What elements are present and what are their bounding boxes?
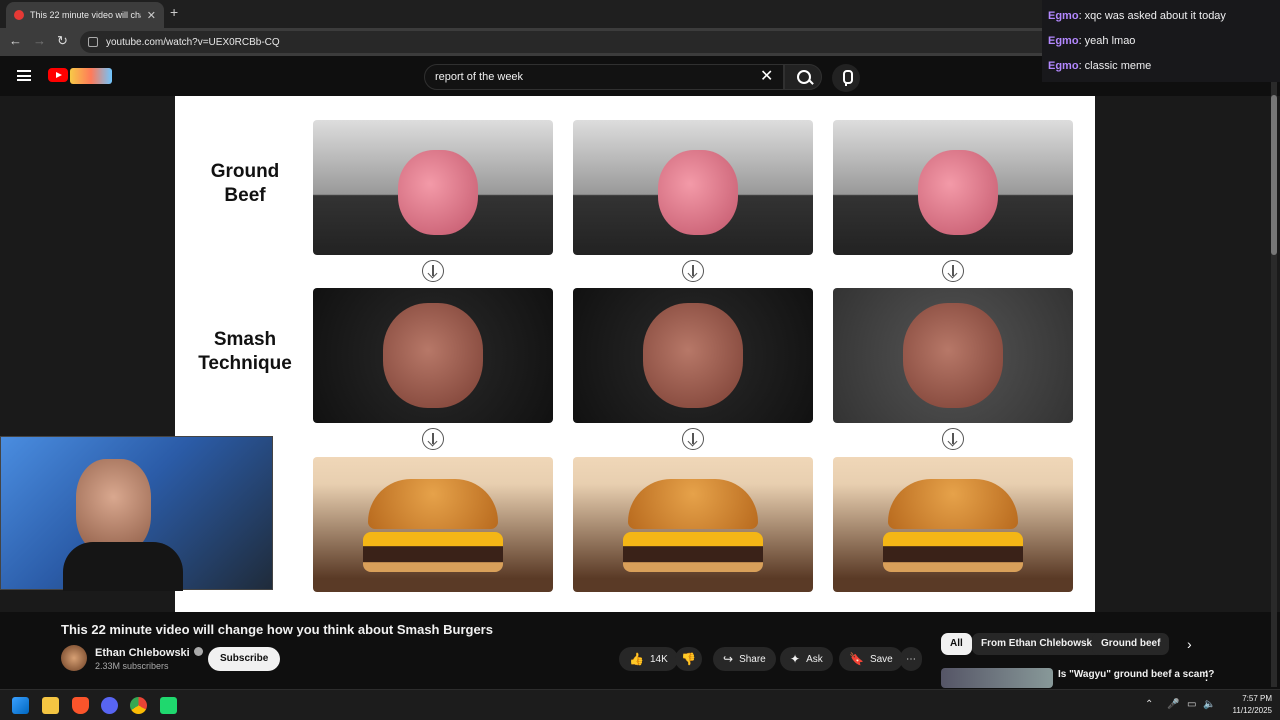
tab-close-icon[interactable]: ✕ [147,9,156,22]
video-title: This 22 minute video will change how you… [61,622,493,637]
chat-message: Egmo: classic meme [1048,60,1152,72]
tab-title: This 22 minute video will change [30,10,141,20]
taskbar: ⌃ 🎤 ▭ 🔈 7:57 PM 11/12/2025 [0,689,1280,720]
menu-icon[interactable] [17,70,31,81]
arrow-down-icon [682,260,704,282]
kebab-menu-icon[interactable]: ⋮ [1200,668,1213,684]
video-frame: Ground Beef Smash Technique [175,96,1095,612]
burger-image [833,457,1073,592]
burger-image [313,457,553,592]
ground-beef-image [313,120,553,255]
youtube-logo-icon[interactable] [48,68,68,82]
bookmark-icon: 🔖 [849,652,864,666]
file-explorer-icon[interactable] [42,697,59,714]
new-tab-button[interactable]: + [170,4,178,20]
reload-icon[interactable]: ↻ [57,33,68,49]
webcam-overlay [0,436,273,591]
channel-avatar[interactable] [61,645,87,671]
chip-from-channel[interactable]: From Ethan Chlebowski [972,633,1104,655]
thumbs-up-icon: 👍 [629,652,644,666]
search-input[interactable]: report of the week [424,64,784,90]
site-info-icon[interactable] [88,37,98,47]
youtube-favicon-icon [14,10,24,20]
arrow-down-icon [422,428,444,450]
scrollbar-thumb[interactable] [1271,95,1277,255]
arrow-down-icon [422,260,444,282]
brave-browser-icon[interactable] [72,697,89,714]
windows-start-icon[interactable] [12,697,29,714]
microphone-icon[interactable] [832,64,860,92]
verified-icon [193,647,203,656]
recommended-video-thumbnail[interactable] [941,668,1053,688]
row-label-smash-technique: Smash Technique [198,329,292,374]
chat-message: Egmo: xqc was asked about it today [1048,10,1226,22]
chip-ground-beef[interactable]: Ground beef [1092,633,1170,655]
chat-message: Egmo: yeah lmao [1048,35,1136,47]
share-button[interactable]: ↪ Share [713,647,776,671]
ground-beef-image [833,120,1073,255]
dislike-button[interactable]: 👎 [675,647,702,671]
chrome-icon[interactable] [130,697,147,714]
subscriber-count: 2.33M subscribers [95,661,169,671]
youtube-doodle-logo[interactable] [70,68,112,84]
thumbs-down-icon: 👎 [681,652,696,666]
forward-icon[interactable]: → [33,33,46,48]
browser-tab-active[interactable]: This 22 minute video will change ✕ [6,2,164,28]
arrow-down-icon [942,260,964,282]
tray-overflow-icon[interactable]: ⌃ [1145,699,1153,710]
app-icon[interactable] [160,697,177,714]
more-actions-button[interactable]: ⋯ [900,647,922,671]
recommended-video-title[interactable]: Is "Wagyu" ground beef a scam? [1058,669,1214,680]
streamer-body [63,542,183,591]
like-button[interactable]: 👍 14K [619,647,678,671]
smashed-patty-image [313,288,553,423]
microphone-tray-icon[interactable]: 🎤 [1167,699,1179,710]
volume-icon[interactable]: 🔈 [1203,699,1215,710]
ask-button[interactable]: ✦ Ask [780,647,833,671]
streamer-face [76,459,151,554]
chevron-right-icon[interactable]: › [1187,636,1192,652]
ground-beef-image [573,120,813,255]
clear-search-icon[interactable]: ✕ [760,66,773,86]
url-text: youtube.com/watch?v=UEX0RCBb-CQ [106,36,280,48]
search-query: report of the week [435,71,524,83]
network-icon[interactable]: ▭ [1187,699,1196,710]
chip-all[interactable]: All [941,633,972,655]
arrow-down-icon [682,428,704,450]
arrow-down-icon [942,428,964,450]
back-icon[interactable]: ← [9,33,22,48]
save-button[interactable]: 🔖 Save [839,647,903,671]
sparkle-icon: ✦ [790,652,801,666]
search-icon[interactable] [784,64,822,90]
discord-icon[interactable] [101,697,118,714]
smashed-patty-image [573,288,813,423]
clock[interactable]: 7:57 PM 11/12/2025 [1222,693,1272,717]
smashed-patty-image [833,288,1073,423]
channel-name[interactable]: Ethan Chlebowski [95,647,203,659]
share-icon: ↪ [723,652,734,666]
chat-overlay: Egmo: xqc was asked about it today Egmo:… [1042,0,1280,82]
row-label-ground-beef: Ground Beef [210,161,280,206]
subscribe-button[interactable]: Subscribe [208,647,281,671]
burger-image [573,457,813,592]
